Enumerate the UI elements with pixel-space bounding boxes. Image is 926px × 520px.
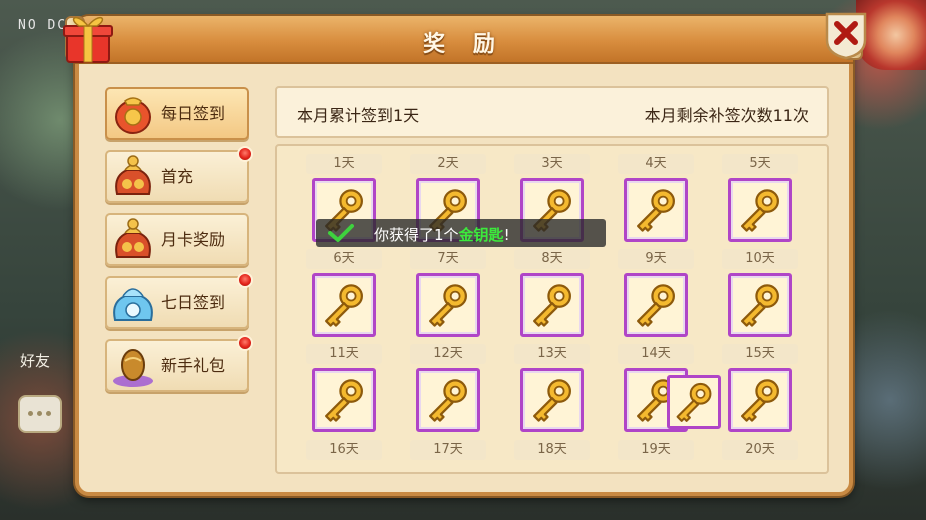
day-label: 19天: [618, 440, 694, 460]
day-label: 16天: [306, 440, 382, 460]
red-coin-pouch-icon: [115, 97, 151, 134]
treasure-sack-icon: [115, 218, 151, 258]
reward-slot-day-4[interactable]: [624, 178, 688, 242]
reward-slot-day-13[interactable]: [520, 368, 584, 432]
sidebar-item-daily-checkin[interactable]: 每日签到: [105, 87, 249, 140]
day-label: 13天: [514, 344, 590, 364]
day-label: 2天: [410, 154, 486, 174]
sidebar-item-label: 新手礼包: [161, 356, 226, 375]
toast-prefix: 你获得了1个: [374, 226, 459, 244]
reward-dialog: 奖 励 每日签到 首充 月卡奖励 七日签到 新手礼包 本月累计签到1天 本月剩余…: [63, 12, 867, 496]
day-label: 12天: [410, 344, 486, 364]
golden-key-icon: [637, 284, 675, 327]
gift-box-icon: [63, 16, 113, 63]
day-label: 18天: [514, 440, 590, 460]
golden-key-icon: [533, 379, 571, 422]
day-label: 5天: [722, 154, 798, 174]
golden-key-icon: [325, 284, 363, 327]
reward-slot-day-15[interactable]: [728, 368, 792, 432]
reward-slot-day-12[interactable]: [416, 368, 480, 432]
day-label: 14天: [618, 344, 694, 364]
sidebar-item-label: 七日签到: [161, 293, 226, 312]
blue-crystal-pouch-icon: [113, 288, 153, 321]
dialog-title: 奖 励: [423, 32, 505, 57]
friend-label: 好友: [20, 352, 51, 370]
sidebar-item-newbie-pack[interactable]: 新手礼包: [105, 335, 253, 392]
close-button[interactable]: [821, 10, 871, 60]
golden-key-icon: [533, 284, 571, 327]
treasure-sack-icon: [115, 155, 151, 195]
chat-bubble-icon[interactable]: [18, 395, 62, 433]
reward-slot-day-6[interactable]: [312, 273, 376, 337]
golden-key-icon: [676, 382, 712, 422]
reward-slot-day-7[interactable]: [416, 273, 480, 337]
day-label: 15天: [722, 344, 798, 364]
reward-slot-day-10[interactable]: [728, 273, 792, 337]
reward-toast: 你获得了1个金钥匙!: [316, 219, 606, 247]
day-label: 17天: [410, 440, 486, 460]
monthly-checkin-count: 本月累计签到1天: [297, 106, 420, 125]
reward-slot-day-8[interactable]: [520, 273, 584, 337]
checkmark-icon: [328, 224, 354, 242]
golden-key-icon: [741, 284, 779, 327]
dialog-titlebar: 奖 励: [75, 16, 853, 64]
toast-suffix: !: [503, 226, 510, 244]
golden-egg-icon: [113, 349, 153, 387]
golden-key-icon: [429, 284, 467, 327]
golden-key-icon: [637, 189, 675, 232]
day-label: 11天: [306, 344, 382, 364]
makeup-checkin-remaining: 本月剩余补签次数11次: [644, 106, 809, 125]
sidebar-item-seven-day-checkin[interactable]: 七日签到: [105, 272, 253, 329]
day-label: 8天: [514, 249, 590, 269]
sidebar-item-monthly-card[interactable]: 月卡奖励: [105, 213, 249, 266]
flying-key-reward: [667, 375, 721, 429]
day-label: 10天: [722, 249, 798, 269]
sidebar-item-label: 每日签到: [161, 104, 226, 123]
golden-key-icon: [429, 379, 467, 422]
day-label: 20天: [722, 440, 798, 460]
checkin-calendar-grid: 1天 2天 3天 4天 5天 6天 7天 8天 9天 10天 11天 12天 13天 14天 15天 16天 1…: [275, 144, 829, 474]
day-label: 6天: [306, 249, 382, 269]
reward-slot-day-5[interactable]: [728, 178, 792, 242]
reward-slot-day-11[interactable]: [312, 368, 376, 432]
toast-message: 你获得了1个金钥匙!: [374, 224, 510, 245]
notification-dot: [237, 335, 253, 351]
sidebar-item-first-recharge[interactable]: 首充: [105, 146, 253, 203]
golden-key-icon: [741, 189, 779, 232]
day-label: 9天: [618, 249, 694, 269]
golden-key-icon: [325, 379, 363, 422]
day-label: 1天: [306, 154, 382, 174]
sidebar-item-label: 月卡奖励: [161, 230, 226, 249]
day-label: 7天: [410, 249, 486, 269]
day-label: 4天: [618, 154, 694, 174]
checkin-summary-bar: 本月累计签到1天 本月剩余补签次数11次: [275, 86, 829, 138]
reward-slot-day-9[interactable]: [624, 273, 688, 337]
notification-dot: [237, 272, 253, 288]
sidebar-item-label: 首充: [161, 167, 194, 186]
day-label: 3天: [514, 154, 590, 174]
notification-dot: [237, 146, 253, 162]
toast-item-name: 金钥匙: [458, 226, 504, 244]
golden-key-icon: [741, 379, 779, 422]
